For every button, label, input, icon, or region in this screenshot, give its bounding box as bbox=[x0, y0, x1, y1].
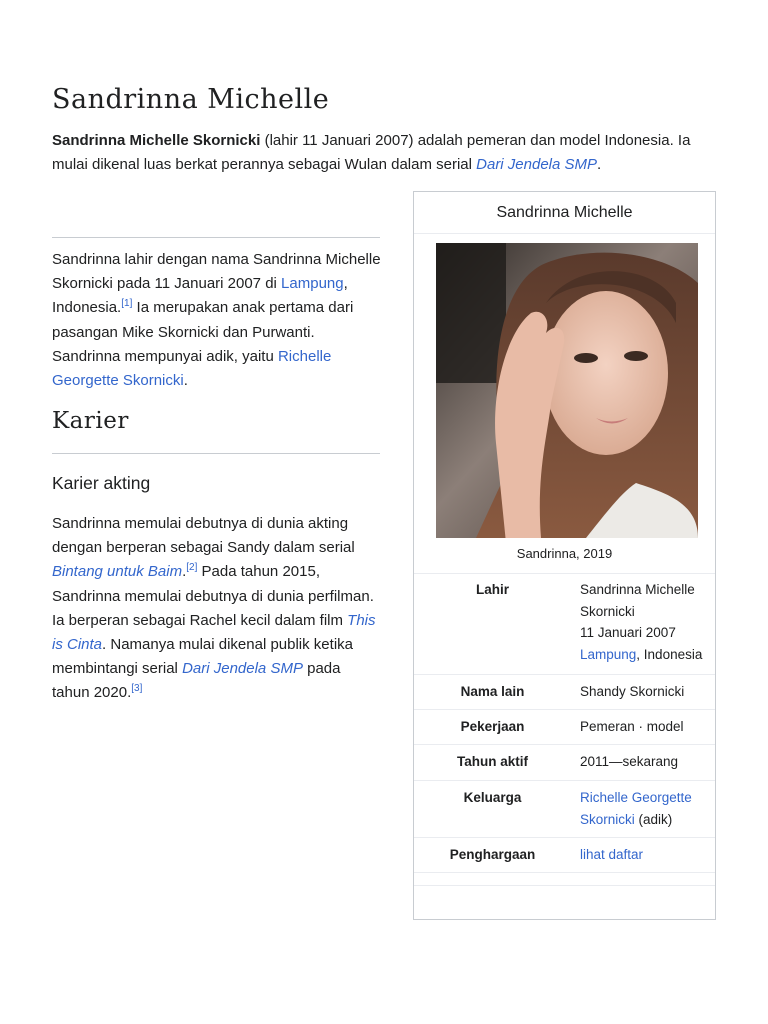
infobox-value-family: Richelle Georgette Skornicki (adik) bbox=[580, 787, 715, 830]
infobox-label-family: Keluarga bbox=[463, 790, 522, 805]
reference-1[interactable]: [1] bbox=[121, 298, 132, 309]
infobox-value-alias: Shandy Skornicki bbox=[580, 684, 685, 699]
infobox: Sandrinna Michelle Sandrinna, 2019 Lahir… bbox=[413, 191, 716, 920]
born-place-rest: , Indonesia bbox=[636, 646, 703, 662]
infobox-value-born: Sandrinna Michelle Skornicki 11 Januari … bbox=[580, 579, 715, 665]
infobox-row-active: Tahun aktif 2011—sekarang bbox=[414, 744, 715, 780]
born-place: Lampung, Indonesia bbox=[580, 644, 715, 666]
link-lihat-daftar[interactable]: lihat daftar bbox=[580, 847, 643, 862]
born-name: Sandrinna Michelle Skornicki bbox=[580, 582, 695, 619]
section-divider bbox=[52, 237, 380, 238]
bio-text: . bbox=[183, 372, 188, 390]
link-lampung-infobox[interactable]: Lampung bbox=[580, 647, 636, 662]
infobox-row-footer bbox=[414, 885, 715, 919]
infobox-row-occupation: Pekerjaan Pemeran · model bbox=[414, 709, 715, 744]
infobox-row-awards: Penghargaan lihat daftar bbox=[414, 837, 715, 872]
portrait-image bbox=[436, 243, 698, 538]
lead-bold-name: Sandrinna Michelle Skornicki bbox=[52, 132, 261, 149]
photo-caption: Sandrinna, 2019 bbox=[516, 546, 613, 561]
link-bintang-untuk-baim[interactable]: Bintang untuk Baim bbox=[52, 563, 182, 580]
family-relation: (adik) bbox=[634, 811, 673, 827]
lead-text-end: . bbox=[597, 156, 602, 173]
infobox-row-born: Lahir Sandrinna Michelle Skornicki 11 Ja… bbox=[414, 573, 715, 674]
born-date: 11 Januari 2007 bbox=[580, 625, 676, 640]
link-dari-jendela-smp-2[interactable]: Dari Jendela SMP bbox=[182, 660, 303, 677]
infobox-row-family: Keluarga Richelle Georgette Skornicki (a… bbox=[414, 780, 715, 837]
career-paragraph: Sandrinna memulai debutnya di dunia akti… bbox=[52, 512, 382, 706]
portrait-photo[interactable] bbox=[436, 243, 698, 538]
infobox-title: Sandrinna Michelle bbox=[414, 192, 715, 234]
subheading-karier-akting: Karier akting bbox=[52, 473, 151, 493]
bio-paragraph: Sandrinna lahir dengan nama Sandrinna Mi… bbox=[52, 248, 382, 393]
infobox-row-alias: Nama lain Shandy Skornicki bbox=[414, 674, 715, 709]
infobox-label-active: Tahun aktif bbox=[456, 754, 528, 769]
infobox-row-empty bbox=[414, 872, 715, 885]
infobox-label-awards: Penghargaan bbox=[449, 847, 536, 862]
infobox-label-alias: Nama lain bbox=[460, 684, 525, 699]
page-title: Sandrinna Michelle bbox=[52, 84, 330, 115]
infobox-value-awards: lihat daftar bbox=[580, 844, 715, 866]
lead-paragraph: Sandrinna Michelle Skornicki (lahir 11 J… bbox=[52, 129, 722, 177]
link-dari-jendela-smp[interactable]: Dari Jendela SMP bbox=[476, 156, 597, 173]
infobox-label-born: Lahir bbox=[475, 582, 509, 597]
infobox-label-occupation: Pekerjaan bbox=[460, 719, 525, 734]
career-text: Sandrinna memulai debutnya di dunia akti… bbox=[52, 515, 355, 557]
reference-2[interactable]: [2] bbox=[186, 562, 197, 573]
heading-karier: Karier bbox=[52, 408, 129, 434]
reference-3[interactable]: [3] bbox=[131, 683, 142, 694]
infobox-value-occupation: Pemeran · model bbox=[580, 719, 684, 734]
infobox-value-active: 2011—sekarang bbox=[580, 754, 679, 769]
link-lampung[interactable]: Lampung bbox=[281, 275, 344, 292]
heading-divider bbox=[52, 453, 380, 454]
